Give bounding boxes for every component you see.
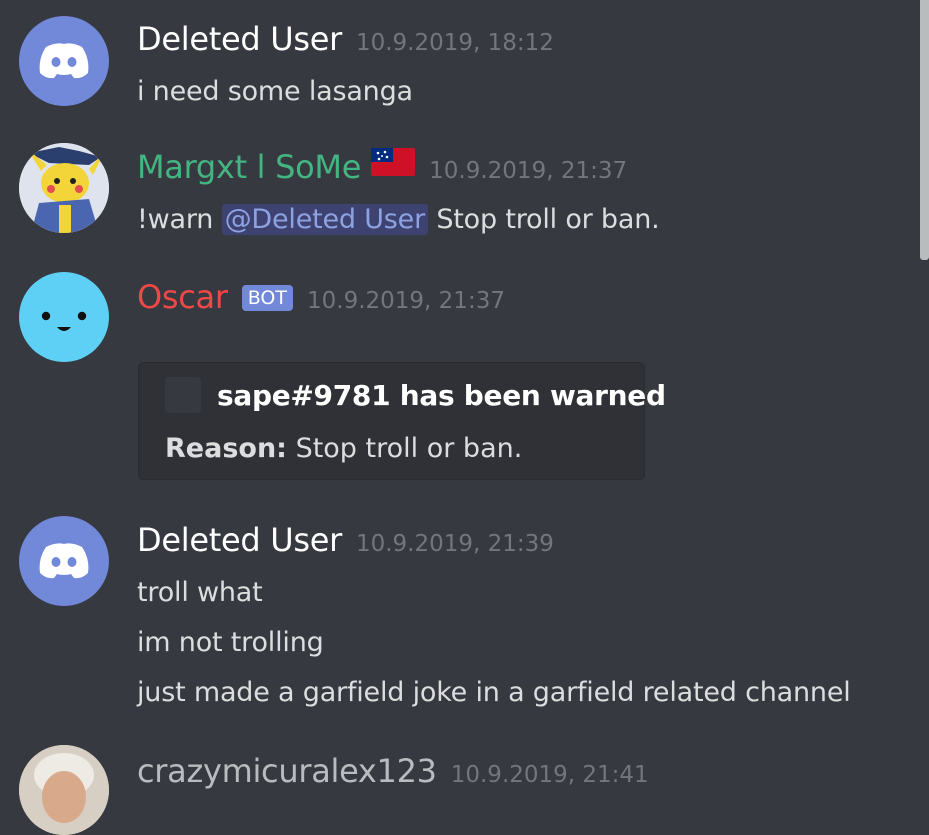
discord-logo-icon bbox=[39, 543, 89, 579]
user-mention[interactable]: @Deleted User bbox=[221, 204, 428, 235]
username[interactable]: crazymicuralex123 bbox=[137, 752, 437, 790]
warn-reason-text: Stop troll or ban. bbox=[436, 204, 660, 235]
embed-thumbnail-icon bbox=[165, 377, 201, 413]
old-man-avatar bbox=[19, 745, 109, 835]
pikachu-avatar bbox=[19, 143, 109, 233]
timestamp: 10.9.2019, 21:37 bbox=[307, 288, 505, 314]
message-text: troll what bbox=[137, 577, 263, 608]
username[interactable]: Deleted User bbox=[137, 521, 342, 559]
warning-embed: sape#9781 has been warned Reason: Stop t… bbox=[138, 362, 666, 480]
message-text: i need some lasanga bbox=[137, 76, 413, 107]
timestamp: 10.9.2019, 18:12 bbox=[355, 30, 554, 56]
bot-tag: BOT bbox=[241, 285, 293, 311]
avatar[interactable] bbox=[19, 516, 109, 606]
embed-description: Reason: Stop troll or ban. bbox=[165, 433, 522, 464]
avatar[interactable] bbox=[19, 143, 109, 233]
avatar[interactable] bbox=[19, 745, 109, 835]
timestamp: 10.9.2019, 21:39 bbox=[355, 531, 554, 557]
reason-text: Stop troll or ban. bbox=[295, 433, 523, 464]
scrollbar[interactable] bbox=[920, 0, 929, 260]
command-text: !warn bbox=[137, 204, 214, 235]
samoa-flag-icon bbox=[371, 148, 416, 180]
embed-title: sape#9781 has been warned bbox=[217, 379, 666, 412]
message-text: just made a garfield joke in a garfield … bbox=[137, 677, 851, 708]
username[interactable]: Deleted User bbox=[137, 20, 342, 58]
reason-label: Reason: bbox=[165, 433, 287, 464]
discord-logo-icon bbox=[39, 43, 89, 79]
username[interactable]: Oscar bbox=[137, 278, 228, 316]
timestamp: 10.9.2019, 21:41 bbox=[450, 762, 649, 788]
avatar[interactable] bbox=[19, 272, 109, 362]
blue-face-avatar bbox=[41, 311, 87, 331]
message-text: im not trolling bbox=[137, 627, 324, 658]
timestamp: 10.9.2019, 21:37 bbox=[429, 158, 628, 184]
avatar[interactable] bbox=[19, 16, 109, 106]
message-text: !warn @Deleted User Stop troll or ban. bbox=[137, 204, 660, 235]
username[interactable]: Margxt l SoMe bbox=[137, 148, 361, 186]
